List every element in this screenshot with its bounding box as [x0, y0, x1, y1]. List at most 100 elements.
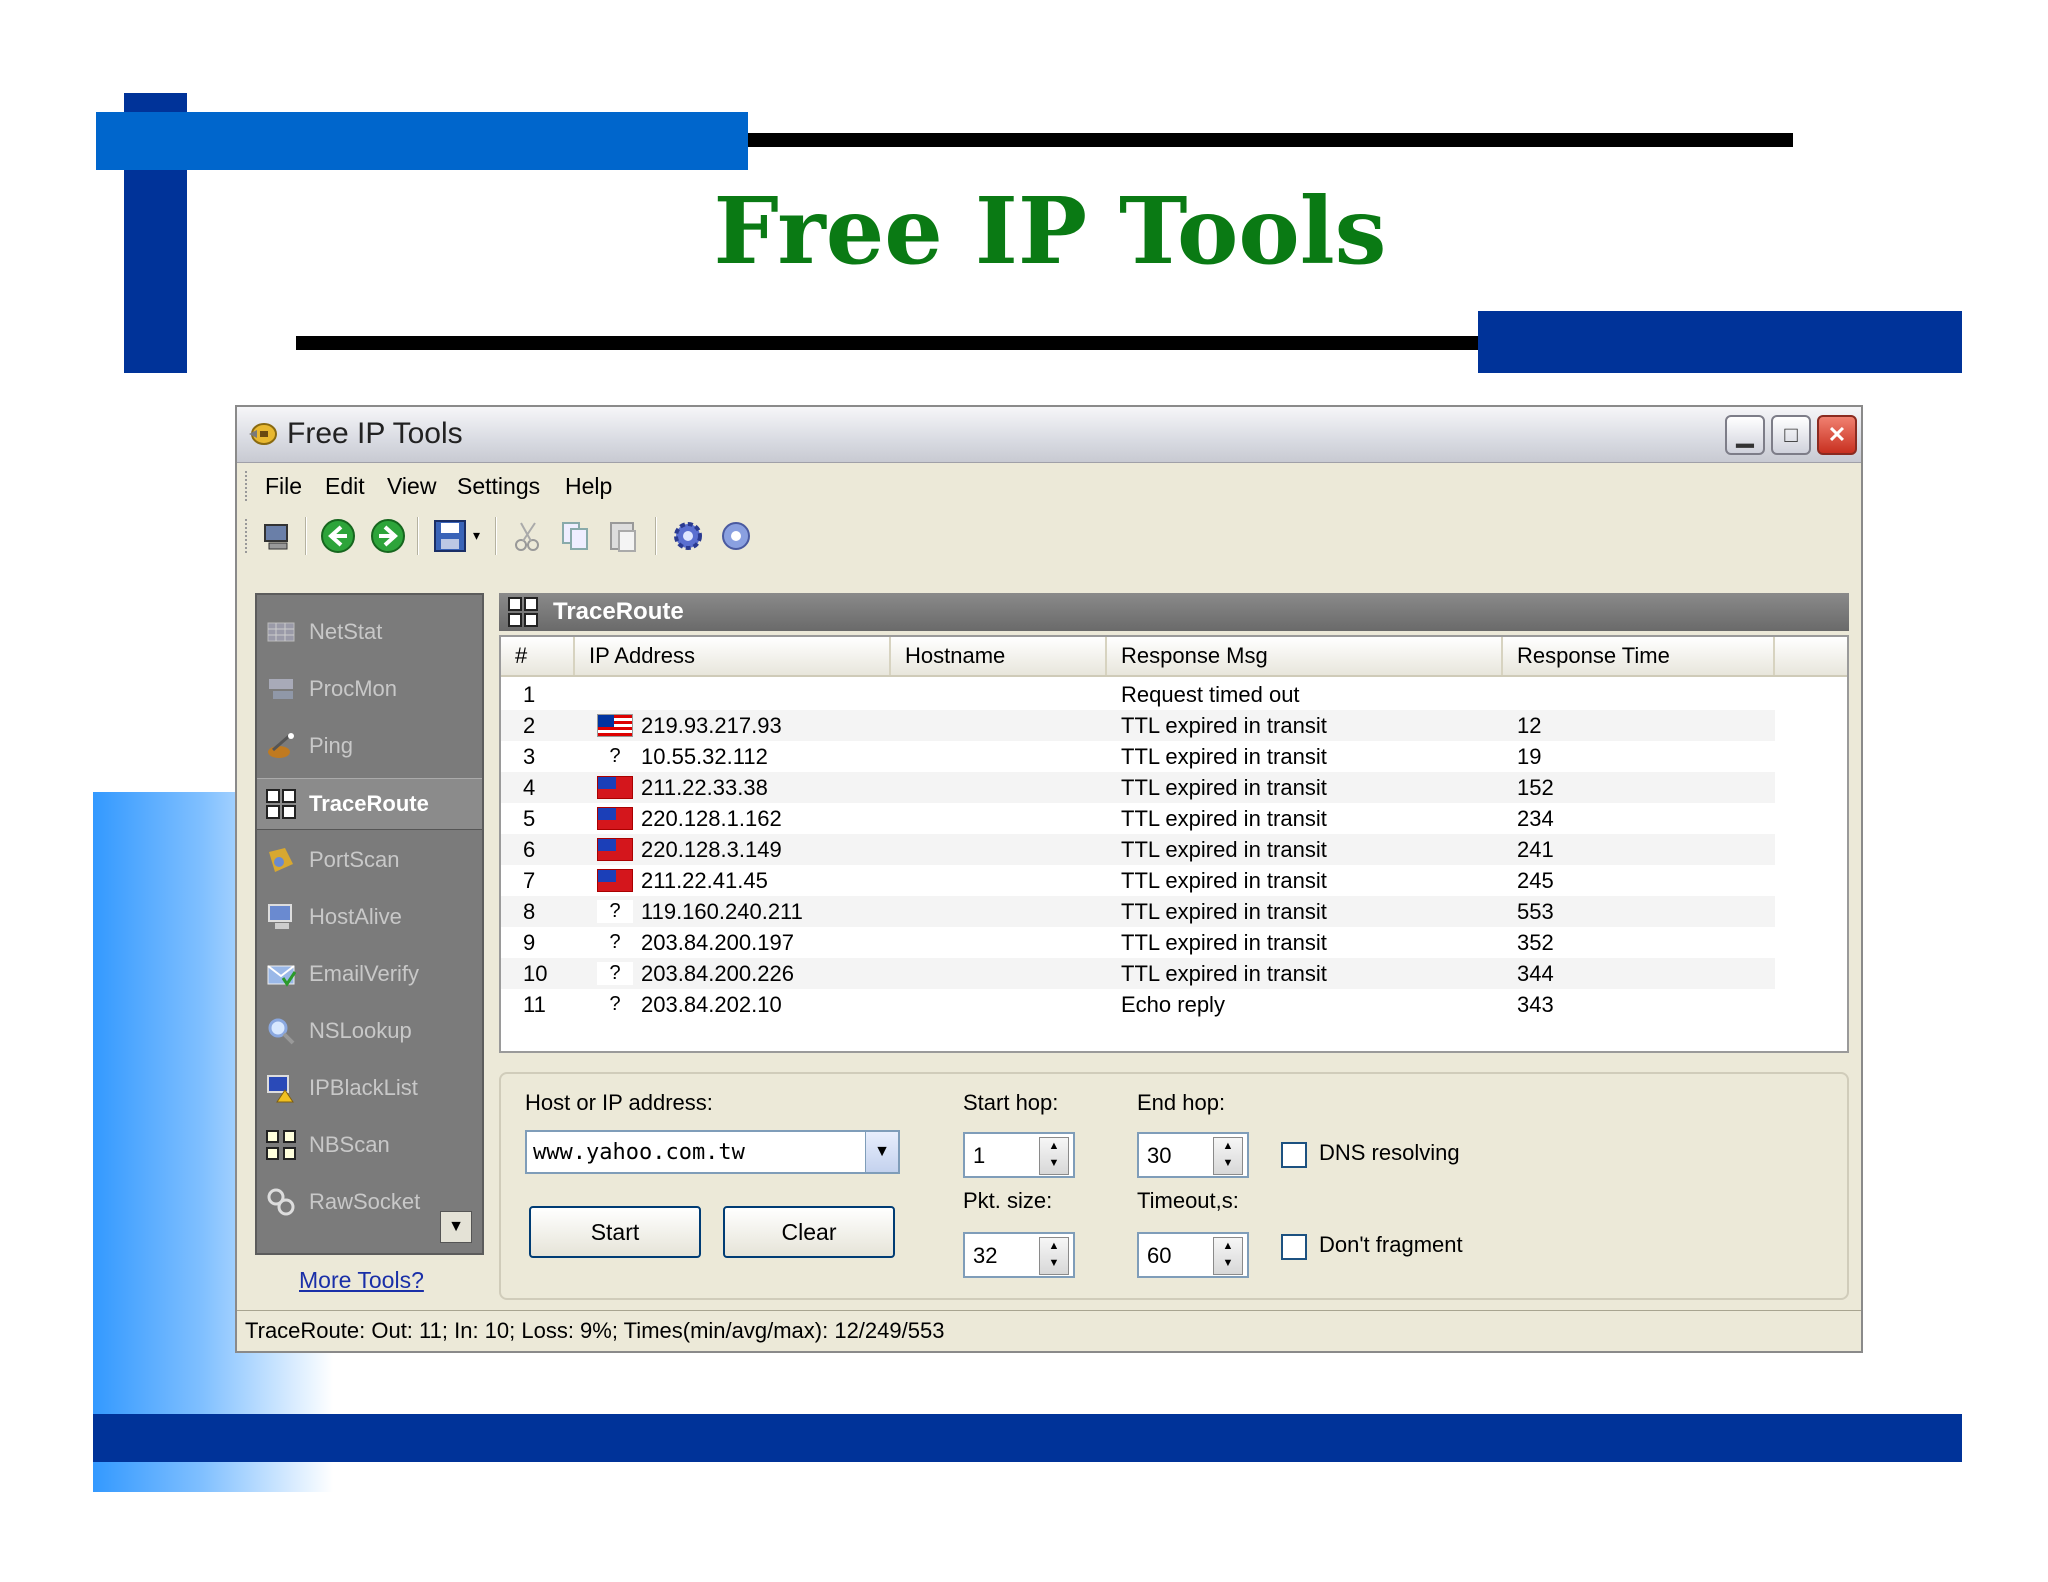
table-row[interactable]: 3 10.55.32.112 TTL expired in transit 19? — [501, 741, 1775, 772]
cell-ip-address: 219.93.217.93 — [641, 713, 782, 738]
column-header-hostname[interactable]: Hostname — [891, 637, 1107, 675]
more-tools-link[interactable]: More Tools? — [299, 1267, 424, 1294]
sidebar-item-ipblacklist[interactable]: IPBlackList — [265, 1063, 475, 1113]
menu-file[interactable]: File — [265, 473, 302, 500]
start-hop-spinner[interactable]: 1 ▲ ▼ — [963, 1132, 1075, 1178]
cell-response-msg: TTL expired in transit — [1121, 837, 1327, 862]
cell-response-time: 352 — [1517, 930, 1554, 955]
sidebar-item-emailverify[interactable]: EmailVerify — [265, 949, 475, 999]
computer-icon[interactable] — [259, 517, 297, 555]
end-hop-label: End hop: — [1137, 1090, 1226, 1115]
pkt-size-spinner[interactable]: 32 ▲ ▼ — [963, 1232, 1075, 1278]
cut-icon[interactable] — [509, 517, 547, 555]
sidebar-item-traceroute[interactable]: TraceRoute — [257, 778, 482, 830]
spin-arrows-icon[interactable]: ▲ ▼ — [1039, 1137, 1069, 1175]
sidebar-item-netstat[interactable]: NetStat — [265, 607, 475, 657]
cell-ip-address: 211.22.41.45 — [641, 868, 768, 893]
table-row[interactable]: 11 203.84.202.10 Echo reply 343? — [501, 989, 1775, 1020]
sidebar-item-hostalive[interactable]: HostAlive — [265, 892, 475, 942]
spin-arrows-icon[interactable]: ▲ ▼ — [1039, 1237, 1069, 1275]
netstat-icon — [267, 622, 295, 642]
sidebar-item-label: ProcMon — [309, 676, 398, 701]
menu-edit[interactable]: Edit — [325, 473, 365, 500]
save-dropdown-icon[interactable]: ▾ — [473, 527, 480, 544]
table-row[interactable]: 2 219.93.217.93 TTL expired in transit 12 — [501, 710, 1775, 741]
end-hop-value[interactable]: 30 — [1147, 1143, 1171, 1169]
menu-grip[interactable] — [245, 471, 250, 501]
settings-icon[interactable] — [669, 517, 707, 555]
table-row[interactable]: 5 220.128.1.162 TTL expired in transit 234 — [501, 803, 1775, 834]
cell-number: 5 — [523, 806, 536, 831]
dns-resolving-checkbox[interactable] — [1281, 1142, 1307, 1168]
column-header-response-msg[interactable]: Response Msg — [1107, 637, 1503, 675]
close-button[interactable]: ✕ — [1817, 415, 1857, 455]
slide-title: Free IP Tools — [713, 177, 1387, 285]
table-row[interactable]: 10 203.84.200.226 TTL expired in transit 34… — [501, 958, 1775, 989]
timeout-value[interactable]: 60 — [1147, 1243, 1171, 1269]
save-icon[interactable] — [431, 517, 469, 555]
dont-fragment-checkbox[interactable] — [1281, 1234, 1307, 1260]
panel-title: TraceRoute — [553, 598, 684, 625]
cell-ip-address: 10.55.32.112 — [641, 744, 768, 769]
taiwan-flag-icon — [597, 838, 633, 861]
cell-number: 3 — [523, 744, 536, 769]
sidebar-item-portscan[interactable]: PortScan — [265, 835, 475, 885]
table-row[interactable]: 9 203.84.200.197 TTL expired in transit 352… — [501, 927, 1775, 958]
spin-arrows-icon[interactable]: ▲ ▼ — [1213, 1237, 1243, 1275]
sidebar-scroll-down-button[interactable]: ▼ — [440, 1211, 472, 1243]
sidebar-item-ping[interactable]: Ping — [265, 721, 475, 771]
sidebar-item-label: Ping — [309, 733, 354, 758]
dns-resolving-label[interactable]: DNS resolving — [1319, 1140, 1460, 1166]
toolbar: ▾ — [237, 509, 1861, 559]
back-icon[interactable] — [319, 517, 357, 555]
traceroute-options: Host or IP address: www.yahoo.com.tw ▼ S… — [499, 1072, 1849, 1300]
cell-ip-address: 203.84.200.226 — [641, 961, 794, 986]
cell-ip-address: 211.22.33.38 — [641, 775, 768, 800]
cell-response-msg: Request timed out — [1121, 682, 1300, 707]
chevron-down-icon[interactable]: ▼ — [865, 1132, 898, 1172]
cell-number: 2 — [523, 713, 536, 738]
start-button[interactable]: Start — [529, 1206, 701, 1258]
start-hop-value[interactable]: 1 — [973, 1143, 985, 1169]
table-row[interactable]: 7 211.22.41.45 TTL expired in transit 245 — [501, 865, 1775, 896]
app-logo-icon — [249, 423, 277, 445]
dont-fragment-label[interactable]: Don't fragment — [1319, 1232, 1463, 1258]
copy-icon[interactable] — [557, 517, 595, 555]
host-input[interactable]: www.yahoo.com.tw — [533, 1140, 745, 1165]
help-icon[interactable] — [717, 517, 755, 555]
column-header-number[interactable]: # — [501, 637, 575, 675]
cell-response-time: 152 — [1517, 775, 1554, 800]
paste-icon[interactable] — [605, 517, 643, 555]
title-bar[interactable]: Free IP Tools ▁ □ ✕ — [237, 407, 1861, 463]
start-hop-label: Start hop: — [963, 1090, 1059, 1115]
table-row[interactable]: 1 Request timed out — [501, 679, 1775, 710]
table-header: # IP Address Hostname Response Msg Respo… — [501, 637, 1847, 677]
traceroute-icon — [508, 597, 538, 627]
table-row[interactable]: 8 119.160.240.211 TTL expired in transit 55… — [501, 896, 1775, 927]
portscan-icon — [269, 848, 293, 872]
sidebar-item-nbscan[interactable]: NBScan — [265, 1120, 475, 1170]
menu-view[interactable]: View — [387, 473, 436, 500]
maximize-button[interactable]: □ — [1771, 415, 1811, 455]
timeout-spinner[interactable]: 60 ▲ ▼ — [1137, 1232, 1249, 1278]
host-combobox[interactable]: www.yahoo.com.tw ▼ — [525, 1130, 900, 1174]
cell-response-msg: TTL expired in transit — [1121, 775, 1327, 800]
end-hop-spinner[interactable]: 30 ▲ ▼ — [1137, 1132, 1249, 1178]
clear-button[interactable]: Clear — [723, 1206, 895, 1258]
sidebar-item-procmon[interactable]: ProcMon — [265, 664, 475, 714]
table-row[interactable]: 4 211.22.33.38 TTL expired in transit 152 — [501, 772, 1775, 803]
minimize-button[interactable]: ▁ — [1725, 415, 1765, 455]
table-row[interactable]: 6 220.128.3.149 TTL expired in transit 241 — [501, 834, 1775, 865]
toolbar-grip[interactable] — [245, 519, 250, 553]
sidebar-item-nslookup[interactable]: NSLookup — [265, 1006, 475, 1056]
slide-blue-bar-right — [1478, 311, 1962, 373]
forward-icon[interactable] — [369, 517, 407, 555]
spin-arrows-icon[interactable]: ▲ ▼ — [1213, 1137, 1243, 1175]
column-header-ip[interactable]: IP Address — [575, 637, 891, 675]
cell-ip-address: 220.128.3.149 — [641, 837, 782, 862]
pkt-size-value[interactable]: 32 — [973, 1243, 997, 1269]
menu-settings[interactable]: Settings — [457, 473, 540, 500]
window-title: Free IP Tools — [287, 417, 463, 450]
menu-help[interactable]: Help — [565, 473, 612, 500]
column-header-response-time[interactable]: Response Time — [1503, 637, 1775, 675]
